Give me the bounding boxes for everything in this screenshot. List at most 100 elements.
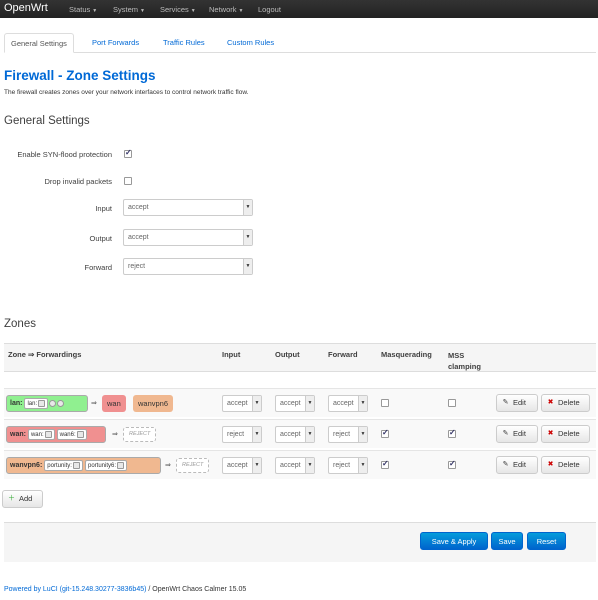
zone-input-select[interactable]: accept ▼: [222, 457, 262, 474]
delete-button[interactable]: ✖ Delete: [541, 394, 590, 412]
chevron-down-icon: ▼: [358, 396, 367, 411]
zone-badge-lan[interactable]: lan: lan:: [6, 395, 88, 412]
delete-icon: ✖: [547, 429, 554, 437]
syn-flood-label: Enable SYN-flood protection: [17, 150, 112, 159]
network-icon: [117, 461, 125, 469]
tab-custom-rules[interactable]: Custom Rules: [221, 33, 280, 53]
general-settings-heading: General Settings: [4, 115, 90, 127]
delete-icon: ✖: [547, 398, 554, 406]
save-button[interactable]: Save: [491, 532, 523, 550]
chevron-down-icon: ▼: [305, 396, 314, 411]
add-zone-button[interactable]: ＋ Add: [2, 490, 43, 508]
edit-icon: ✎: [502, 429, 509, 437]
tab-port-forwards[interactable]: Port Forwards: [86, 33, 145, 53]
masquerading-checkbox[interactable]: [381, 428, 389, 438]
interface-box: portunity:: [44, 459, 83, 471]
interface-box: wan:: [27, 428, 55, 440]
zone-badge-wanvpn6[interactable]: wanvpn6: portunity: portunity6:: [6, 457, 161, 474]
page-title: Firewall - Zone Settings: [4, 68, 156, 83]
chevron-down-icon: ▼: [243, 259, 252, 274]
zone-forward-select[interactable]: reject ▼: [328, 426, 368, 443]
interface-box: wan6:: [56, 428, 87, 440]
chevron-down-icon: ▼: [305, 458, 314, 473]
masquerading-checkbox[interactable]: [381, 399, 389, 407]
masquerading-checkbox[interactable]: [381, 459, 389, 469]
col-mss-clamping: MSS clamping: [448, 351, 481, 371]
zone-forward-select[interactable]: reject ▼: [328, 457, 368, 474]
chevron-down-icon: ▼: [243, 230, 252, 245]
chevron-down-icon: ▼: [305, 427, 314, 442]
forward-select[interactable]: reject ▼: [123, 258, 253, 275]
forward-reject-placeholder: REJECT: [176, 458, 210, 473]
wifi-icon: [49, 399, 57, 407]
zone-input-select[interactable]: reject ▼: [222, 426, 262, 443]
forward-arrow-icon: ⇒: [112, 431, 118, 438]
edit-button[interactable]: ✎ Edit: [496, 456, 538, 474]
col-zone: Zone ⇒ Forwardings: [8, 350, 82, 359]
edit-button[interactable]: ✎ Edit: [496, 425, 538, 443]
drop-invalid-checkbox[interactable]: [124, 177, 132, 185]
edit-button[interactable]: ✎ Edit: [496, 394, 538, 412]
delete-button[interactable]: ✖ Delete: [541, 425, 590, 443]
forward-label: Forward: [84, 263, 112, 272]
network-icon: [44, 430, 52, 438]
input-label: Input: [95, 204, 112, 213]
table-row: wanvpn6: portunity: portunity6: ⇒ REJECT a…: [4, 450, 596, 479]
nav-status[interactable]: Status ▼: [69, 5, 97, 14]
chevron-down-icon: ▼: [252, 458, 261, 473]
mss-clamping-checkbox[interactable]: [448, 459, 456, 469]
tab-general-settings[interactable]: General Settings: [4, 33, 74, 53]
page-footer: Powered by LuCI (git-15.248.30277-3836b4…: [4, 586, 247, 593]
forward-arrow-icon: ⇒: [91, 400, 97, 407]
syn-flood-checkbox[interactable]: [124, 148, 132, 158]
zone-input-select[interactable]: accept ▼: [222, 395, 262, 412]
zone-output-select[interactable]: accept ▼: [275, 457, 315, 474]
save-apply-button[interactable]: Save & Apply: [420, 532, 488, 550]
col-input: Input: [222, 350, 241, 359]
page-description: The firewall creates zones over your net…: [4, 89, 249, 96]
zone-output-select[interactable]: accept ▼: [275, 426, 315, 443]
add-icon: ＋: [8, 494, 15, 502]
network-icon: [76, 430, 84, 438]
luci-link[interactable]: Powered by LuCI (git-15.248.30277-3836b4…: [4, 586, 146, 593]
zones-table-header: Zone ⇒ Forwardings Input Output Forward …: [4, 343, 596, 372]
chevron-down-icon: ▼: [358, 458, 367, 473]
chevron-down-icon: ▼: [252, 427, 261, 442]
network-icon: [72, 461, 80, 469]
zones-heading: Zones: [4, 318, 36, 330]
nav-network[interactable]: Network ▼: [209, 5, 243, 14]
zone-output-select[interactable]: accept ▼: [275, 395, 315, 412]
table-row: wan: wan: wan6: ⇒ REJECT reject ▼ accept ▼ r…: [4, 419, 596, 448]
mss-clamping-checkbox[interactable]: [448, 399, 456, 407]
chevron-down-icon: ▼: [238, 8, 244, 14]
zone-badge-wan[interactable]: wan: wan: wan6:: [6, 426, 106, 443]
mss-clamping-checkbox[interactable]: [448, 428, 456, 438]
tab-traffic-rules[interactable]: Traffic Rules: [157, 33, 211, 53]
reset-button[interactable]: Reset: [527, 532, 566, 550]
network-icon: [38, 399, 46, 407]
input-select[interactable]: accept ▼: [123, 199, 253, 216]
forward-target-wan: wan: [102, 395, 126, 412]
chevron-down-icon: ▼: [243, 200, 252, 215]
delete-icon: ✖: [547, 460, 554, 468]
edit-icon: ✎: [502, 460, 509, 468]
interface-box: portunity6:: [84, 459, 128, 471]
nav-system[interactable]: System ▼: [113, 5, 145, 14]
forward-arrow-icon: ⇒: [165, 462, 171, 469]
tab-bar: General Settings Port Forwards Traffic R…: [4, 33, 596, 53]
delete-button[interactable]: ✖ Delete: [541, 456, 590, 474]
forward-target-wanvpn6: wanvpn6: [133, 395, 174, 412]
brand-logo[interactable]: OpenWrt: [4, 2, 48, 14]
interface-box: lan:: [24, 397, 49, 409]
wifi-icon: [57, 399, 65, 407]
chevron-down-icon: ▼: [190, 8, 196, 14]
nav-logout[interactable]: Logout: [258, 5, 281, 14]
nav-services[interactable]: Services ▼: [160, 5, 196, 14]
forward-reject-placeholder: REJECT: [123, 427, 157, 442]
output-label: Output: [89, 234, 112, 243]
table-row: lan: lan: ⇒ wan wanvpn6 accept ▼ accept ▼ a…: [4, 388, 596, 417]
top-navbar: OpenWrt Status ▼ System ▼ Services ▼ Networ…: [0, 0, 598, 18]
zone-forward-select[interactable]: accept ▼: [328, 395, 368, 412]
output-select[interactable]: accept ▼: [123, 229, 253, 246]
col-forward: Forward: [328, 350, 358, 359]
